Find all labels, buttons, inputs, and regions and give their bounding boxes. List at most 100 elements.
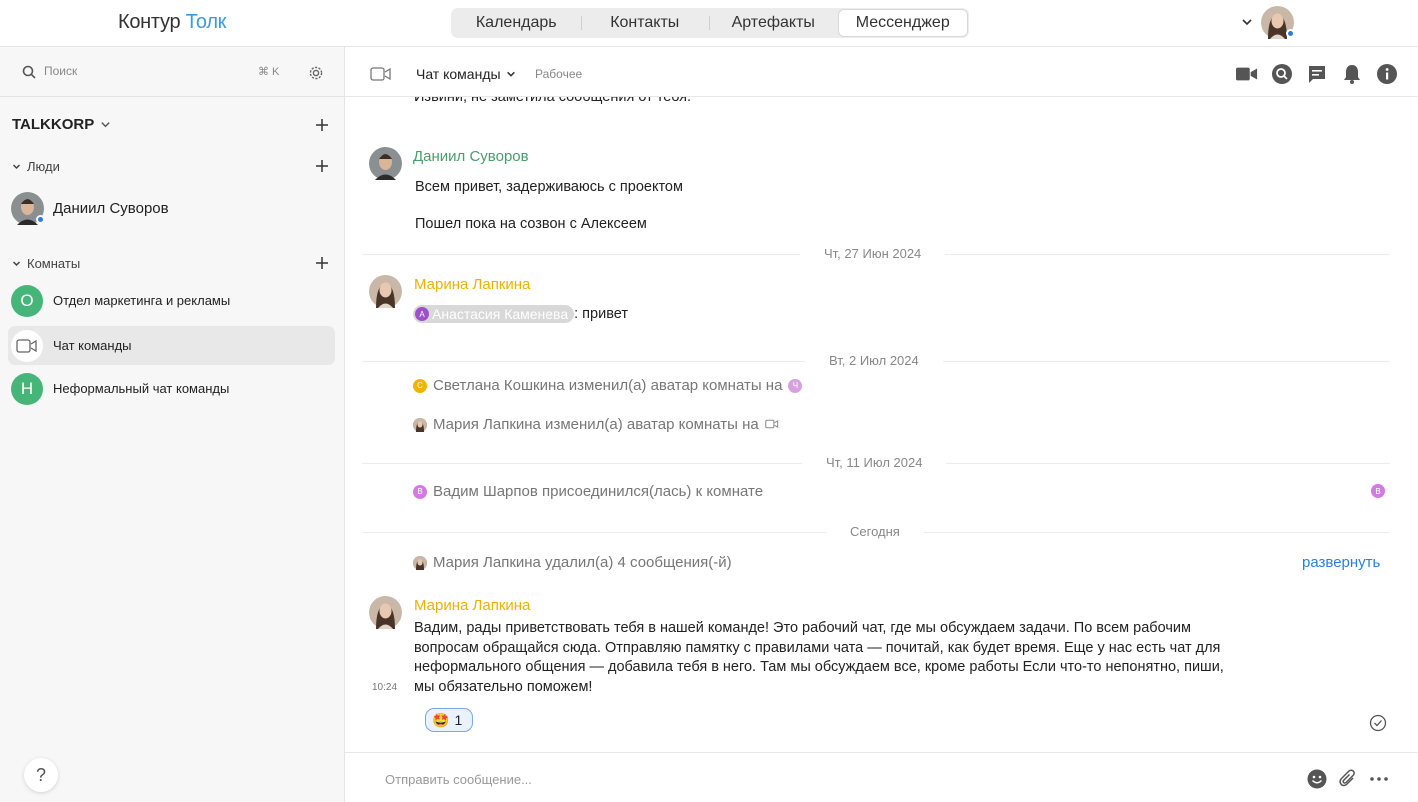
gear-icon[interactable] bbox=[308, 65, 324, 86]
add-person-icon[interactable] bbox=[315, 159, 329, 173]
message-author[interactable]: Даниил Суворов bbox=[413, 148, 529, 165]
people-section-header[interactable]: Люди bbox=[12, 159, 60, 174]
info-icon[interactable] bbox=[1376, 64, 1398, 84]
sidebar: ⌘ K TALKKORP Люди Даниил Суворов Комнаты… bbox=[0, 47, 345, 802]
system-text: Светлана Кошкина изменил(а) аватар комна… bbox=[433, 377, 783, 394]
sidebar-item-room-active[interactable]: Чат команды bbox=[8, 326, 335, 365]
chevron-down-icon bbox=[12, 261, 21, 267]
workspace-switcher[interactable]: TALKKORP bbox=[12, 116, 111, 133]
bell-icon[interactable] bbox=[1341, 64, 1363, 84]
read-receipt-avatar: В bbox=[1371, 484, 1385, 498]
chevron-down-icon bbox=[506, 71, 515, 77]
message-text: Всем привет, задерживаюсь с проектом bbox=[415, 179, 683, 195]
avatar bbox=[413, 555, 427, 570]
system-text: Мария Лапкина изменил(а) аватар комнаты … bbox=[433, 416, 759, 433]
room-avatar: Н bbox=[11, 372, 43, 405]
logo-part-2: Толк bbox=[185, 11, 227, 33]
message-text-rest: : привет bbox=[574, 306, 628, 322]
threads-icon[interactable] bbox=[1306, 64, 1328, 84]
help-button[interactable]: ? bbox=[24, 758, 58, 792]
search-bar: ⌘ K bbox=[0, 47, 344, 97]
online-indicator bbox=[1286, 29, 1295, 38]
date-label: Чт, 27 Июн 2024 bbox=[800, 246, 946, 261]
app-logo[interactable]: Контур Толк bbox=[118, 11, 226, 34]
video-camera-icon bbox=[370, 66, 392, 87]
message-author[interactable]: Марина Лапкина bbox=[414, 276, 530, 293]
video-camera-icon bbox=[11, 329, 43, 362]
user-mention[interactable]: А Анастасия Каменева bbox=[413, 305, 575, 323]
star-struck-emoji-icon: 🤩 bbox=[432, 711, 450, 728]
expand-link[interactable]: развернуть bbox=[1302, 554, 1380, 571]
logo-part-1: Контур bbox=[118, 11, 181, 33]
message-line: мы обязательно поможем! bbox=[414, 679, 593, 696]
sidebar-item-person[interactable]: Даниил Суворов bbox=[11, 192, 169, 225]
reaction-badge[interactable]: 🤩 1 bbox=[425, 708, 473, 732]
room-avatar: О bbox=[11, 284, 43, 317]
avatar[interactable] bbox=[369, 147, 402, 185]
chevron-down-icon bbox=[101, 122, 110, 128]
message-line: вопросам обращайся сюда. Отправляю памят… bbox=[414, 639, 1221, 656]
system-message: В Вадим Шарпов присоединился(лась) к ком… bbox=[413, 483, 763, 500]
add-room-icon[interactable] bbox=[315, 256, 329, 270]
people-header-label: Люди bbox=[27, 159, 60, 174]
system-text: Мария Лапкина удалил(а) 4 сообщения(-й) bbox=[433, 554, 732, 571]
system-text: Вадим Шарпов присоединился(лась) к комна… bbox=[433, 483, 764, 500]
top-bar: Контур Толк Календарь Контакты Артефакты… bbox=[0, 0, 1418, 47]
chevron-down-icon[interactable] bbox=[1241, 15, 1253, 27]
user-avatar[interactable] bbox=[1261, 6, 1295, 39]
room-name: Неформальный чат команды bbox=[53, 381, 230, 396]
search-input[interactable] bbox=[44, 64, 244, 78]
sidebar-item-room[interactable]: Н Неформальный чат команды bbox=[8, 369, 335, 408]
chat-subtitle: Рабочее bbox=[535, 67, 583, 81]
sidebar-item-room[interactable]: О Отдел маркетинга и рекламы bbox=[8, 281, 335, 320]
chat-header: Чат команды Рабочее bbox=[345, 47, 1418, 97]
message-text: А Анастасия Каменева : привет bbox=[413, 305, 628, 323]
tab-artifacts[interactable]: Артефакты bbox=[709, 9, 838, 37]
message-time: 10:24 bbox=[372, 682, 398, 693]
message-line: Вадим, рады приветствовать тебя в нашей … bbox=[414, 620, 1191, 636]
system-message: Мария Лапкина изменил(а) аватар комнаты … bbox=[413, 416, 779, 433]
chat-title: Чат команды bbox=[416, 66, 501, 82]
person-name: Даниил Суворов bbox=[53, 200, 169, 217]
system-message: Мария Лапкина удалил(а) 4 сообщения(-й) bbox=[413, 554, 732, 571]
message-author[interactable]: Марина Лапкина bbox=[414, 597, 530, 614]
message-input[interactable] bbox=[385, 772, 1085, 787]
mention-name: Анастасия Каменева bbox=[432, 306, 569, 322]
reaction-count: 1 bbox=[454, 712, 463, 728]
mini-avatar: С bbox=[413, 378, 427, 393]
chat-header-actions bbox=[1236, 64, 1398, 84]
search-shortcut: ⌘ K bbox=[258, 66, 280, 78]
tab-contacts[interactable]: Контакты bbox=[580, 9, 710, 37]
message-text: Пошел пока на созвон с Алексеем bbox=[415, 216, 647, 232]
read-check-icon bbox=[1369, 714, 1387, 737]
online-indicator bbox=[36, 215, 45, 224]
tab-messenger[interactable]: Мессенджер bbox=[837, 9, 968, 37]
chevron-down-icon bbox=[12, 164, 21, 170]
search-icon[interactable] bbox=[1271, 64, 1293, 84]
avatar bbox=[413, 417, 427, 432]
add-workspace-item-icon[interactable] bbox=[315, 118, 329, 132]
attachment-icon[interactable] bbox=[1338, 769, 1358, 794]
more-options-icon[interactable] bbox=[1369, 769, 1389, 794]
avatar[interactable] bbox=[369, 596, 402, 634]
message-list[interactable]: Извини, не заметила сообщения от тебя. Д… bbox=[345, 97, 1418, 752]
mini-avatar: В bbox=[413, 484, 427, 499]
room-name: Чат команды bbox=[53, 338, 132, 353]
mini-avatar: Ч bbox=[788, 378, 803, 393]
date-label: Сегодня bbox=[826, 524, 924, 539]
video-camera-icon bbox=[764, 416, 779, 433]
composer-actions bbox=[1307, 769, 1389, 794]
avatar bbox=[11, 192, 45, 225]
main-nav-tabs: Календарь Контакты Артефакты Мессенджер bbox=[451, 8, 969, 38]
message-line: неформального общения — добавила тебя в … bbox=[414, 659, 1224, 676]
message-text: Извини, не заметила сообщения от тебя. bbox=[414, 97, 692, 105]
mention-avatar: А bbox=[415, 307, 429, 321]
rooms-section-header[interactable]: Комнаты bbox=[12, 256, 80, 271]
rooms-header-label: Комнаты bbox=[27, 256, 81, 271]
avatar[interactable] bbox=[369, 275, 402, 313]
room-name: Отдел маркетинга и рекламы bbox=[53, 293, 231, 308]
video-call-icon[interactable] bbox=[1236, 64, 1258, 84]
tab-calendar[interactable]: Календарь bbox=[452, 9, 581, 37]
chat-title-dropdown[interactable]: Чат команды bbox=[416, 66, 516, 82]
emoji-icon[interactable] bbox=[1307, 769, 1327, 794]
